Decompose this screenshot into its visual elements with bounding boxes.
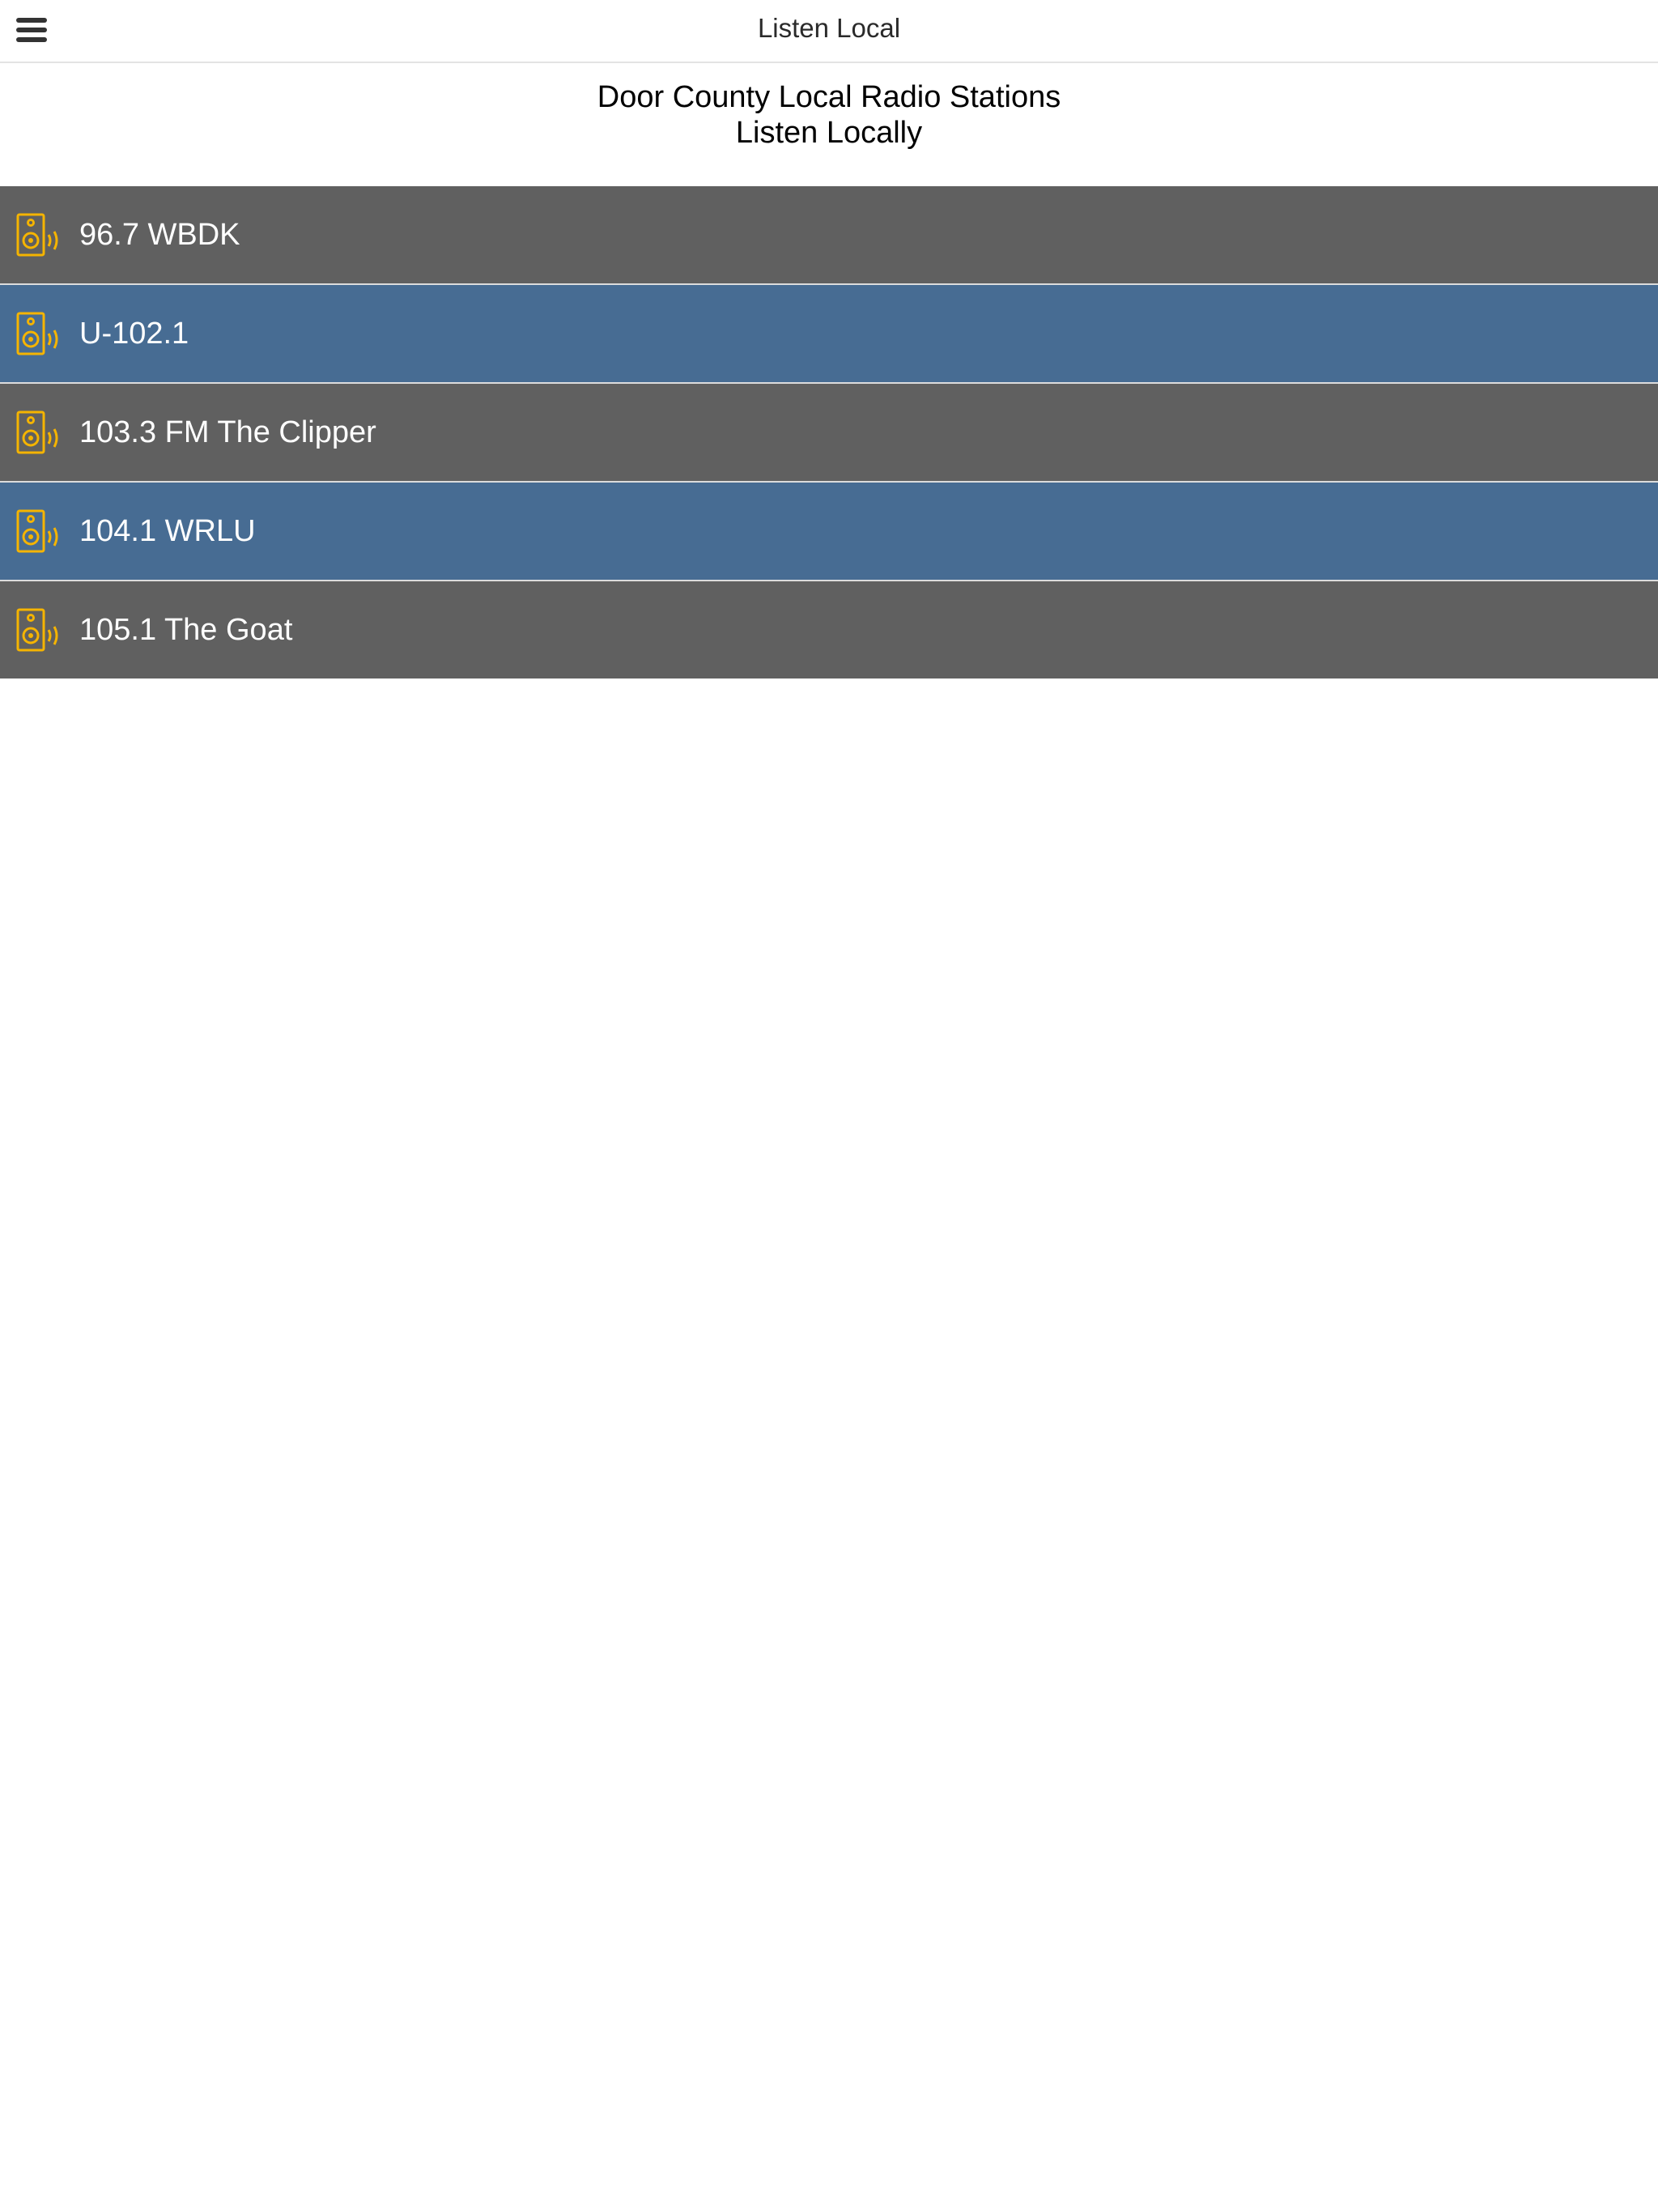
station-item-967-wbdk[interactable]: 96.7 WBDK bbox=[0, 186, 1658, 285]
speaker-icon bbox=[16, 312, 58, 355]
station-list: 96.7 WBDK U-102.1 103.3 FM The Clipper 1… bbox=[0, 186, 1658, 678]
station-item-u-1021[interactable]: U-102.1 bbox=[0, 285, 1658, 384]
page-subtitle: Listen Locally bbox=[735, 116, 923, 150]
page-header: Door County Local Radio Stations Listen … bbox=[0, 63, 1658, 186]
speaker-icon bbox=[16, 410, 58, 454]
top-navbar: Listen Local bbox=[0, 0, 1658, 63]
station-name: U-102.1 bbox=[79, 316, 189, 351]
app-root: Listen Local Door County Local Radio Sta… bbox=[0, 0, 1658, 2212]
station-name: 96.7 WBDK bbox=[79, 217, 240, 252]
station-item-1033-the-clipper[interactable]: 103.3 FM The Clipper bbox=[0, 384, 1658, 483]
page-title: Door County Local Radio Stations bbox=[597, 80, 1061, 114]
speaker-icon bbox=[16, 213, 58, 257]
speaker-icon bbox=[16, 608, 58, 652]
station-name: 104.1 WRLU bbox=[79, 513, 256, 548]
station-name: 105.1 The Goat bbox=[79, 612, 293, 647]
speaker-icon bbox=[16, 509, 58, 553]
station-item-1041-wrlu[interactable]: 104.1 WRLU bbox=[0, 483, 1658, 581]
station-item-1051-the-goat[interactable]: 105.1 The Goat bbox=[0, 581, 1658, 678]
station-name: 103.3 FM The Clipper bbox=[79, 415, 376, 449]
navbar-title: Listen Local bbox=[757, 13, 901, 43]
